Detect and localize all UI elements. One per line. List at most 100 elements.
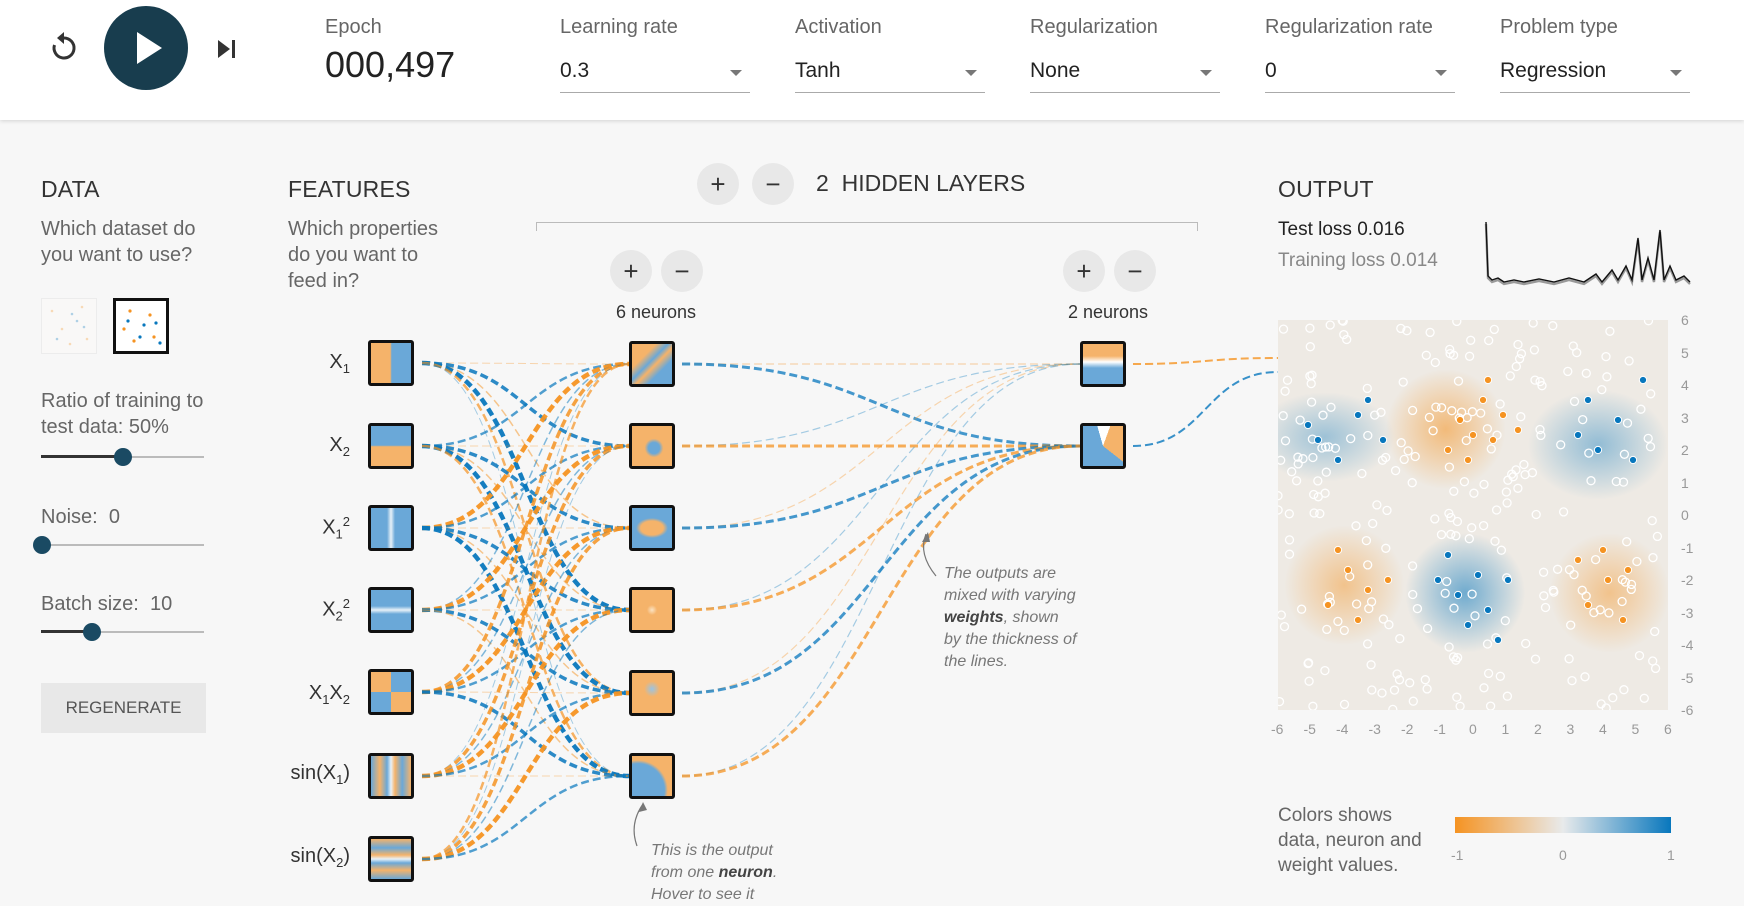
feature-node-x2[interactable] [368,423,414,469]
weight-link[interactable] [421,526,630,612]
feature-node-x2-squared[interactable] [368,587,414,633]
weight-link[interactable] [421,526,630,861]
dataset-thumb-1[interactable] [41,298,97,354]
test-data-point [1444,642,1454,652]
weight-link[interactable] [421,444,630,778]
test-data-point [1645,442,1656,452]
weight-link[interactable] [421,444,630,778]
weight-link[interactable] [421,690,630,862]
weight-link[interactable] [421,362,630,529]
weight-link[interactable] [421,525,630,695]
weight-link[interactable] [1132,371,1279,447]
hidden-neuron-2-1[interactable] [1080,341,1126,387]
weight-link[interactable] [421,362,630,448]
test-data-point [1476,408,1486,418]
weight-link[interactable] [421,525,630,779]
regularization-select[interactable]: None [1030,54,1220,93]
weight-link[interactable] [681,363,1081,529]
play-button[interactable] [104,6,188,90]
weight-link[interactable] [681,444,1081,530]
feature-node-x1x2[interactable] [368,669,414,715]
test-data-point [1298,454,1308,464]
weight-link[interactable] [421,526,630,612]
hidden-neuron-1-1[interactable] [629,341,675,387]
batch-slider-thumb[interactable] [83,623,101,641]
weight-link[interactable] [421,609,630,777]
regenerate-button[interactable]: REGENERATE [41,683,206,733]
weight-link[interactable] [421,445,630,611]
weight-link[interactable] [421,362,630,694]
weight-link[interactable] [421,362,630,861]
hidden-neuron-1-4[interactable] [629,587,675,633]
test-data-point [1362,383,1372,394]
noise-slider-track[interactable] [41,544,204,546]
neuron-note-period: . [772,864,778,881]
regularization-rate-select[interactable]: 0 [1265,54,1455,93]
weight-link[interactable] [421,362,630,365]
remove-neuron-layer1-button[interactable]: − [661,250,703,292]
remove-layer-button[interactable]: − [752,163,794,205]
weight-link[interactable] [421,362,630,777]
noise-slider-thumb[interactable] [33,536,51,554]
weight-link[interactable] [421,445,630,860]
weight-link[interactable] [421,609,630,860]
test-data-point [1318,410,1328,420]
hidden-layers-label: HIDDEN LAYERS [841,170,1026,196]
weight-link[interactable] [421,443,630,613]
weight-link[interactable] [421,445,630,693]
weight-link[interactable] [421,361,630,695]
feature-node-x1[interactable] [368,340,414,386]
weight-link[interactable] [421,774,630,861]
training-data-point [1493,635,1503,645]
test-data-point [1650,663,1661,674]
weight-link[interactable] [421,361,630,531]
weight-link[interactable] [681,363,1081,447]
weight-link[interactable] [681,362,1081,448]
weight-link[interactable] [421,360,630,613]
weight-link[interactable] [421,363,630,777]
ratio-slider-thumb[interactable] [114,448,132,466]
weight-link[interactable] [1132,357,1279,365]
output-heatmap[interactable] [1278,320,1668,710]
add-neuron-layer2-button[interactable]: + [1063,250,1105,292]
test-data-point [1284,535,1295,545]
add-layer-button[interactable]: + [697,163,739,205]
test-data-point [1424,412,1435,423]
weight-link[interactable] [421,691,630,694]
test-data-point [1496,545,1507,555]
test-data-point [1643,320,1654,326]
add-neuron-layer1-button[interactable]: + [610,250,652,292]
test-data-point [1539,591,1549,601]
step-forward-icon[interactable] [214,36,240,62]
learning-rate-select[interactable]: 0.3 [560,54,750,93]
weight-link[interactable] [421,608,630,694]
feature-node-x1-squared[interactable] [368,505,414,551]
activation-select[interactable]: Tanh [795,54,985,93]
hidden-neuron-1-6[interactable] [629,753,675,799]
weight-link[interactable] [421,527,630,777]
remove-neuron-layer2-button[interactable]: − [1114,250,1156,292]
y-tick-label: -2 [1681,572,1694,588]
dataset-thumb-2[interactable] [113,298,169,354]
weight-link[interactable] [421,607,630,779]
hidden-neuron-1-2[interactable] [629,423,675,469]
weight-link[interactable] [421,608,630,695]
weight-link[interactable] [421,361,630,448]
feature-node-sin-x1[interactable] [368,753,414,799]
hidden-neuron-1-5[interactable] [629,670,675,716]
test-data-point [1552,564,1563,574]
hidden-neuron-2-2[interactable] [1080,423,1126,469]
test-data-point [1643,433,1653,444]
weight-link[interactable] [421,363,630,611]
problem-type-select[interactable]: Regression [1500,54,1690,93]
feature-node-sin-x2[interactable] [368,836,414,882]
weight-link[interactable] [421,690,630,778]
weight-link[interactable] [421,527,630,694]
test-data-point [1521,638,1531,649]
weight-link[interactable] [421,443,630,696]
hidden-neuron-1-3[interactable] [629,505,675,551]
weight-link[interactable] [421,691,630,778]
weight-link[interactable] [421,444,630,530]
weight-link[interactable] [421,444,630,530]
reset-icon[interactable] [46,30,82,66]
